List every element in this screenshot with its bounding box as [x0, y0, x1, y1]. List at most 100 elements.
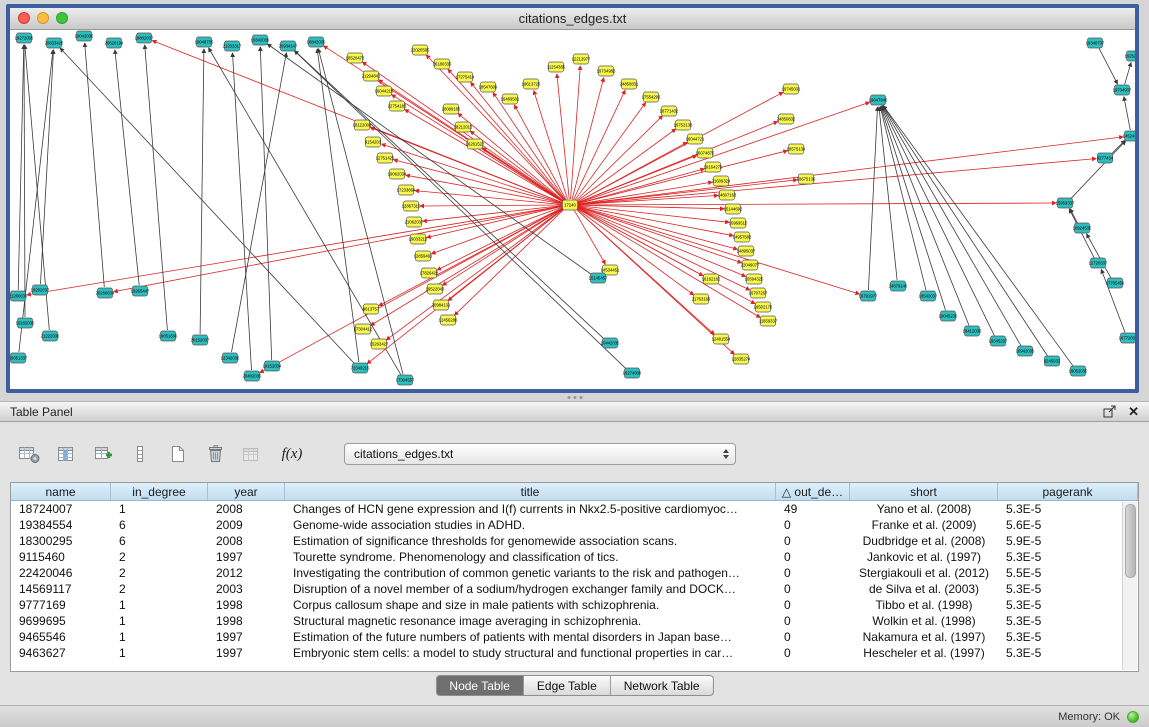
network-node[interactable]: 18412036 [963, 326, 982, 336]
network-node[interactable]: 10182035 [16, 318, 35, 328]
column-header[interactable]: name [11, 483, 111, 500]
column-header[interactable]: △ out_de… [776, 483, 850, 500]
table-row[interactable]: 946362711997Embryonic stem cells: a mode… [11, 645, 1138, 661]
table-row[interactable]: 1938455462009Genome-wide association stu… [11, 517, 1138, 533]
memory-status-orb[interactable] [1127, 711, 1139, 723]
network-node[interactable]: 19745031 [782, 84, 801, 94]
network-node[interactable]: 16707267 [749, 288, 768, 298]
column-header[interactable]: pagerank [998, 483, 1138, 500]
network-node[interactable]: 19340737 [1086, 38, 1105, 48]
network-node[interactable]: 20620194 [105, 38, 124, 48]
network-node[interactable]: 9154203 [365, 137, 382, 147]
network-node[interactable]: 17304557 [396, 375, 415, 385]
network-node[interactable]: 10594325 [745, 274, 764, 284]
network-node[interactable]: 16753138 [674, 120, 693, 130]
network-node[interactable]: 10969515 [729, 218, 748, 228]
network-node[interactable]: 19062034 [388, 169, 407, 179]
network-node[interactable]: 12751425 [376, 153, 395, 163]
network-canvas[interactable]: 1724018520473212048411604421522754183181… [10, 30, 1135, 389]
network-node[interactable]: 18675136 [797, 174, 816, 184]
network-node[interactable]: 18520473 [346, 53, 365, 63]
network-node[interactable]: 12859461 [414, 251, 433, 261]
network-node[interactable]: 16180335 [433, 59, 452, 69]
network-node[interactable]: 21204841 [362, 71, 381, 81]
network-node[interactable]: 20934147 [279, 41, 298, 51]
network-node[interactable]: 17233664 [397, 185, 416, 195]
network-node[interactable]: 20152037 [191, 335, 210, 345]
network-node[interactable]: 19164275 [704, 162, 723, 172]
network-node[interactable]: 19051337 [10, 353, 28, 363]
network-node[interactable]: 12456286 [439, 315, 458, 325]
table-vertical-scrollbar[interactable] [1122, 502, 1137, 670]
network-node[interactable]: 21260635 [10, 291, 28, 301]
network-node[interactable]: 17275414 [456, 72, 475, 82]
new-document-icon[interactable] [164, 442, 190, 466]
window-zoom-button[interactable] [56, 12, 68, 24]
network-node[interactable]: 12481554 [712, 334, 731, 344]
network-node[interactable]: 20402035 [243, 371, 262, 381]
table-row[interactable]: 977716911998Corpus callosum shape and si… [11, 597, 1138, 613]
network-node[interactable]: 17304412 [354, 324, 373, 334]
network-node[interactable]: 16044215 [375, 86, 394, 96]
network-node[interactable]: 24850831 [620, 79, 639, 89]
scrollbar-thumb[interactable] [1125, 504, 1136, 578]
network-node[interactable]: 22020585 [411, 45, 430, 55]
network-node[interactable]: 19042036 [75, 31, 94, 41]
network-node[interactable]: 19033213 [409, 234, 428, 244]
table-row[interactable]: 969969511998Structural magnetic resonanc… [11, 613, 1138, 629]
select-columns-icon[interactable] [53, 442, 79, 466]
network-node[interactable]: 16074875 [696, 148, 715, 158]
network-node[interactable]: 19522043 [426, 284, 445, 294]
delete-icon[interactable] [201, 442, 227, 466]
network-node[interactable]: 18542037 [919, 291, 938, 301]
network-node[interactable]: 18802037 [135, 33, 154, 43]
network-node[interactable]: 14607163 [718, 190, 737, 200]
table-row[interactable]: 946554611997Estimation of the future num… [11, 629, 1138, 645]
network-node[interactable]: 15263427 [370, 339, 389, 349]
network-node[interactable]: 12867315 [402, 201, 421, 211]
network-node[interactable]: 19613726 [522, 79, 541, 89]
network-node[interactable]: 21609324 [712, 176, 731, 186]
network-node[interactable]: 19734937 [1113, 85, 1132, 95]
network-node[interactable]: 21062037 [405, 217, 424, 227]
network-node[interactable]: 17240 [563, 200, 578, 210]
network-node[interactable]: 12213977 [572, 54, 591, 64]
tab-node-table[interactable]: Node Table [436, 676, 524, 695]
network-node[interactable]: 10924535 [1073, 223, 1092, 233]
network-node[interactable]: 14895037 [737, 246, 756, 256]
network-node[interactable]: 20984131 [432, 300, 451, 310]
network-node[interactable]: 10942035 [1016, 346, 1035, 356]
network-node[interactable]: 20089185 [442, 104, 461, 114]
network-node[interactable]: 19252035 [1125, 51, 1135, 61]
network-node[interactable]: 19272035 [15, 33, 34, 43]
rows-icon[interactable] [127, 442, 153, 466]
column-header[interactable]: year [208, 483, 285, 500]
network-node[interactable]: 14524337 [1123, 131, 1135, 141]
network-node[interactable]: 19342036 [251, 35, 270, 45]
network-node[interactable]: 19734983 [597, 66, 616, 76]
network-node[interactable]: 19152034 [263, 361, 282, 371]
network-node[interactable]: 18842035 [307, 37, 326, 47]
network-node[interactable]: 22049077 [741, 260, 760, 270]
table-mode-icon[interactable] [16, 442, 42, 466]
network-node[interactable]: 12342036 [221, 353, 240, 363]
column-header[interactable]: in_degree [111, 483, 208, 500]
network-node[interactable]: 19052035 [1069, 366, 1088, 376]
network-node[interactable]: 17554293 [642, 92, 661, 102]
network-node[interactable]: 21203317 [223, 41, 242, 51]
table-selector-dropdown[interactable]: citations_edges.txt [344, 443, 736, 465]
window-close-button[interactable] [18, 12, 30, 24]
window-minimize-button[interactable] [37, 12, 49, 24]
network-node[interactable]: 19274936 [623, 368, 642, 378]
network-node[interactable]: 18212013 [454, 122, 473, 132]
network-node[interactable]: 17705456 [1106, 278, 1125, 288]
float-panel-icon[interactable] [1103, 405, 1116, 418]
table-row[interactable]: 911546021997Tourette syndrome. Phenomeno… [11, 549, 1138, 565]
network-node[interactable]: 11254385 [547, 62, 566, 72]
network-node[interactable]: 18122004 [353, 120, 372, 130]
network-node[interactable]: 24879146 [889, 281, 908, 291]
panel-splitter-grip[interactable] [567, 396, 582, 399]
network-node[interactable]: 16044721 [686, 134, 705, 144]
table-row[interactable]: 2242004622012Investigating the contribut… [11, 565, 1138, 581]
network-node[interactable]: 19345237 [989, 336, 1008, 346]
